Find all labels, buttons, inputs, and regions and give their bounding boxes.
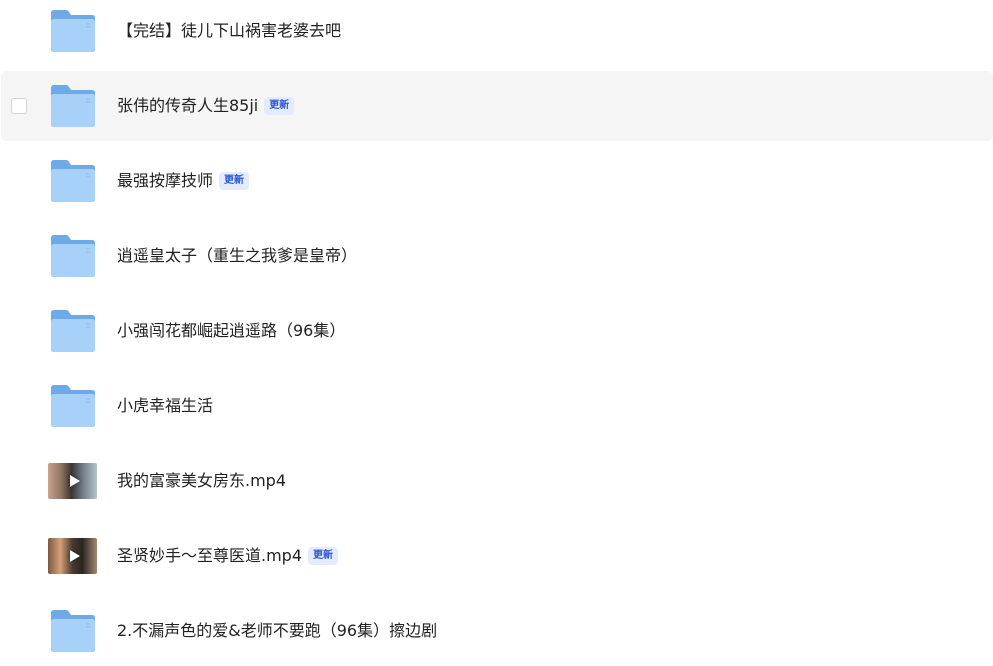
- folder-icon: [51, 310, 95, 352]
- file-name-wrap: 最强按摩技师 更新: [117, 146, 250, 216]
- folder-icon: [51, 385, 95, 427]
- file-name[interactable]: 张伟的传奇人生85ji: [117, 96, 258, 116]
- update-badge: 更新: [219, 172, 250, 190]
- file-name-wrap: 【完结】徒儿下山祸害老婆去吧: [117, 0, 341, 66]
- file-row[interactable]: 张伟的传奇人生85ji 更新: [1, 71, 993, 141]
- folder-icon: [51, 10, 95, 52]
- file-name[interactable]: 圣贤妙手～至尊医道.mp4: [117, 546, 302, 566]
- file-name-wrap: 2.不漏声色的爱&老师不要跑（96集）擦边剧: [117, 596, 437, 666]
- file-name[interactable]: 2.不漏声色的爱&老师不要跑（96集）擦边剧: [117, 621, 437, 641]
- file-row[interactable]: 【完结】徒儿下山祸害老婆去吧: [1, 0, 993, 66]
- file-row[interactable]: 我的富豪美女房东.mp4: [1, 446, 993, 516]
- file-name-wrap: 小强闯花都崛起逍遥路（96集）: [117, 296, 345, 366]
- file-name[interactable]: 小虎幸福生活: [117, 396, 213, 416]
- file-name-wrap: 小虎幸福生活: [117, 371, 213, 441]
- file-list: 【完结】徒儿下山祸害老婆去吧 张伟的传奇人生85ji 更新 最强按摩技师 更新: [0, 0, 993, 658]
- file-name-wrap: 我的富豪美女房东.mp4: [117, 446, 286, 516]
- file-row[interactable]: 小虎幸福生活: [1, 371, 993, 441]
- folder-icon: [51, 235, 95, 277]
- file-name-wrap: 圣贤妙手～至尊医道.mp4 更新: [117, 521, 339, 591]
- file-name[interactable]: 【完结】徒儿下山祸害老婆去吧: [117, 21, 341, 41]
- file-row[interactable]: 圣贤妙手～至尊医道.mp4 更新: [1, 521, 993, 591]
- folder-icon: [51, 85, 95, 127]
- file-row[interactable]: 2.不漏声色的爱&老师不要跑（96集）擦边剧: [1, 596, 993, 666]
- file-name[interactable]: 逍遥皇太子（重生之我爹是皇帝）: [117, 246, 357, 266]
- folder-icon: [51, 160, 95, 202]
- video-thumbnail-icon: [48, 538, 97, 574]
- file-name-wrap: 逍遥皇太子（重生之我爹是皇帝）: [117, 221, 357, 291]
- file-row[interactable]: 逍遥皇太子（重生之我爹是皇帝）: [1, 221, 993, 291]
- update-badge: 更新: [308, 547, 339, 565]
- file-name[interactable]: 小强闯花都崛起逍遥路（96集）: [117, 321, 345, 341]
- play-icon: [69, 550, 80, 562]
- file-name[interactable]: 我的富豪美女房东.mp4: [117, 471, 286, 491]
- play-icon: [69, 475, 80, 487]
- video-thumbnail-icon: [48, 463, 97, 499]
- update-badge: 更新: [264, 97, 295, 115]
- file-row[interactable]: 最强按摩技师 更新: [1, 146, 993, 216]
- file-name[interactable]: 最强按摩技师: [117, 171, 213, 191]
- row-checkbox[interactable]: [11, 98, 27, 114]
- folder-icon: [51, 610, 95, 652]
- file-row[interactable]: 小强闯花都崛起逍遥路（96集）: [1, 296, 993, 366]
- file-name-wrap: 张伟的传奇人生85ji 更新: [117, 71, 295, 141]
